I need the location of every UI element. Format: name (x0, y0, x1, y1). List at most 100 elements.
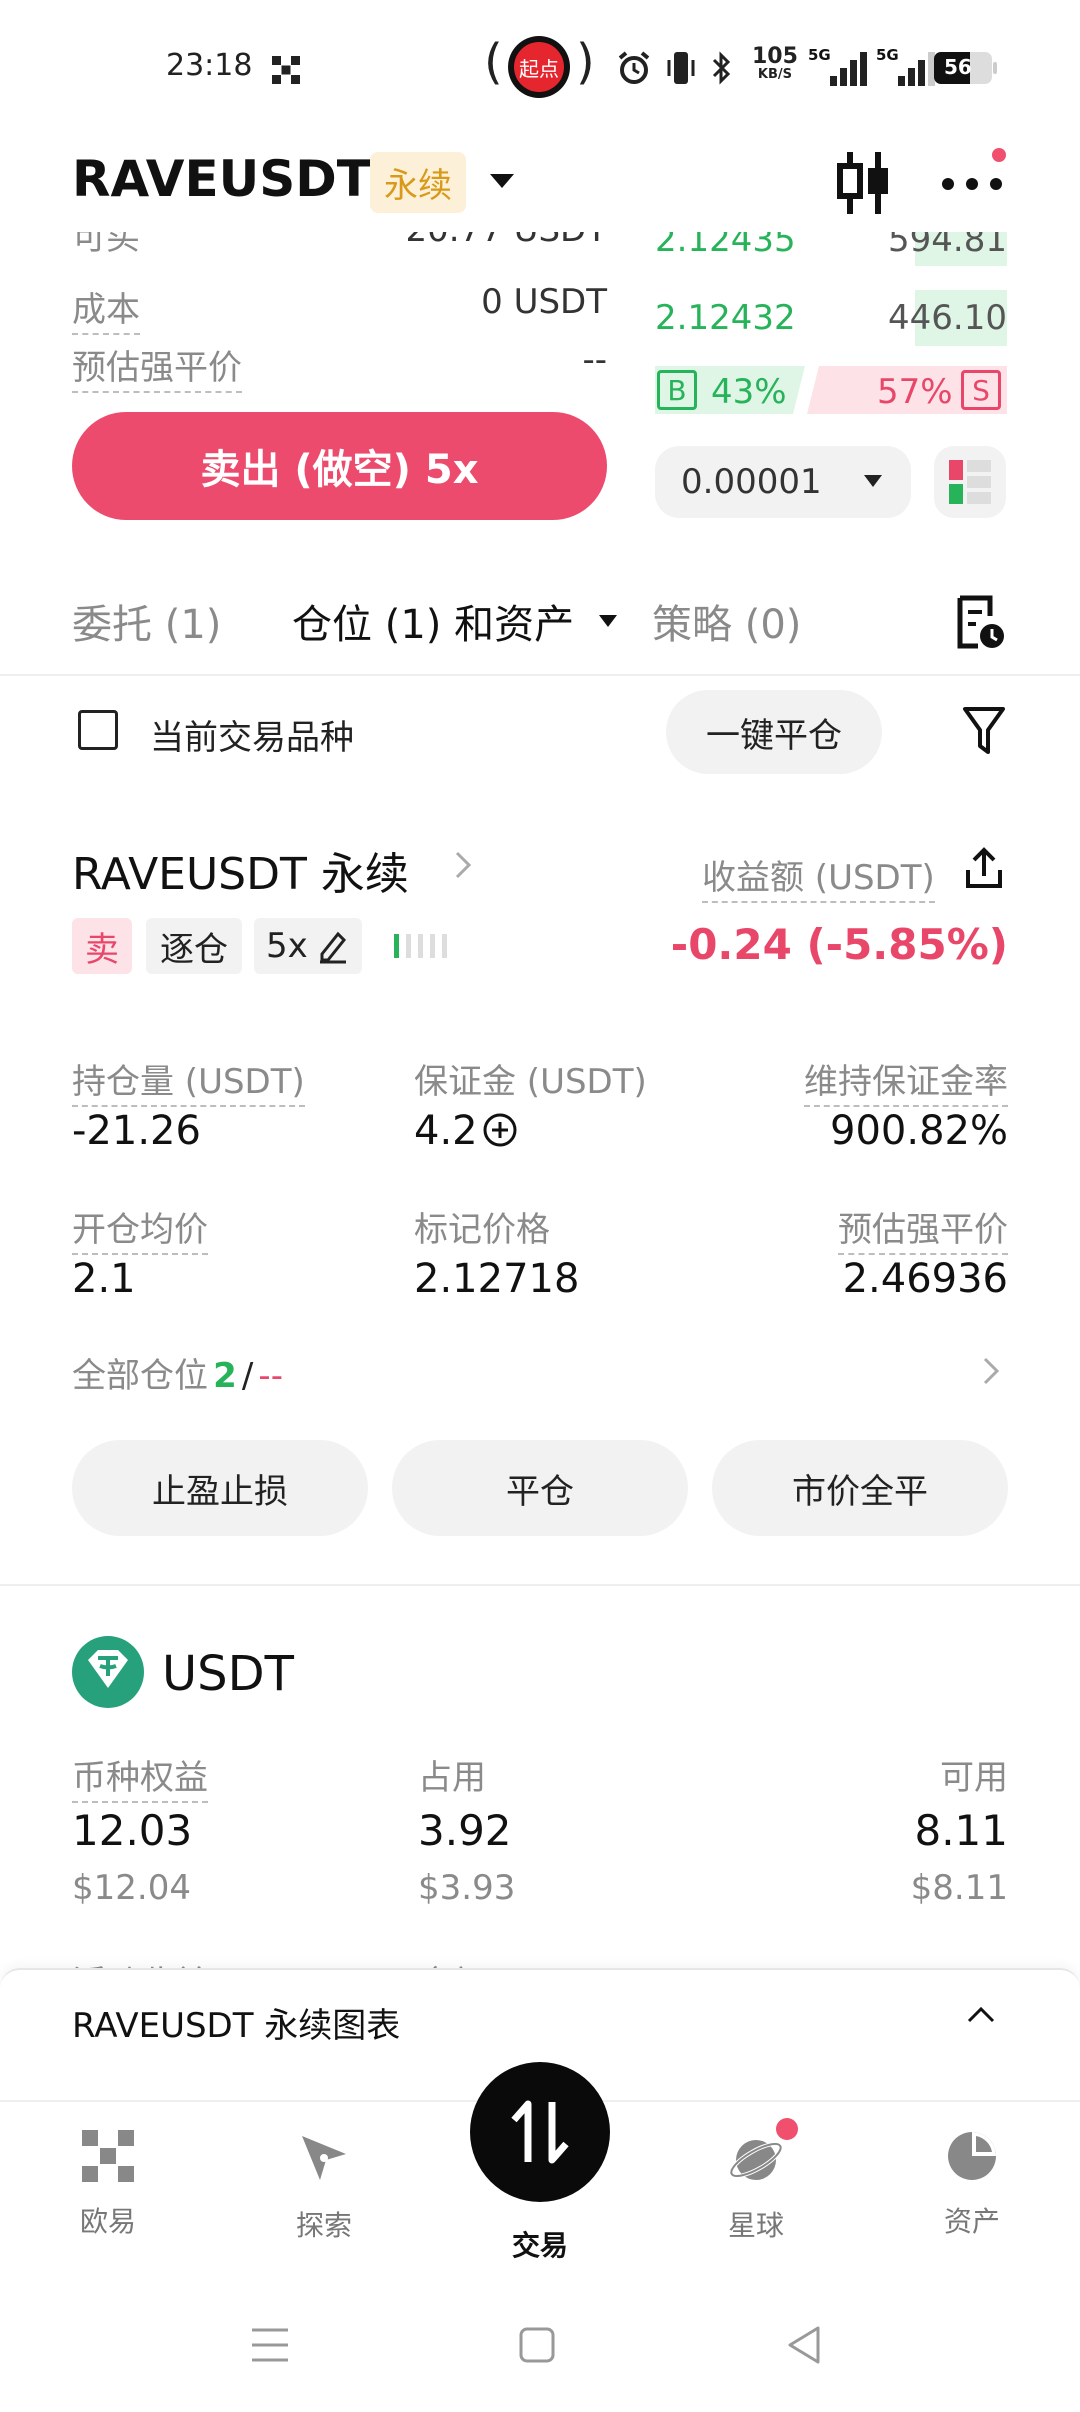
share-icon[interactable] (964, 846, 1004, 890)
chevron-right-icon[interactable] (454, 850, 472, 880)
equity-value: 12.03 (72, 1806, 193, 1855)
chevron-right-icon (983, 1357, 1000, 1385)
asset-coin: USDT (162, 1646, 294, 1702)
system-menu-icon[interactable] (250, 2326, 290, 2364)
paren-left: ( (484, 34, 503, 90)
planet-notification-dot (776, 2118, 798, 2140)
nav-planet[interactable]: 星球 (696, 2130, 816, 2244)
perpetual-badge: 永续 (370, 152, 466, 213)
sell-percent: 57% (877, 372, 953, 412)
sell-short-button[interactable]: 卖出 (做空) 5x (72, 412, 607, 520)
entry-price-value: 2.1 (72, 1256, 136, 1302)
nav-trade-label[interactable]: 交易 (480, 2224, 600, 2264)
symbol-title[interactable]: RAVEUSDT (72, 150, 371, 208)
available-value: 8.11 (914, 1806, 1008, 1855)
chevron-up-icon[interactable] (966, 2004, 996, 2024)
edit-icon (320, 931, 347, 964)
position-size-value: -21.26 (72, 1108, 201, 1154)
signal-2-icon: 5G (876, 46, 942, 88)
equity-usd: $12.04 (72, 1868, 191, 1908)
margin-mode-badge: 逐仓 (146, 918, 242, 974)
pnl-value: -0.24 (-5.85%) (670, 920, 1008, 969)
orderbook-layout-icon (949, 460, 991, 504)
chart-drawer-label: RAVEUSDT 永续图表 (72, 2006, 401, 2046)
tick-size-select[interactable]: 0.00001 (655, 446, 911, 518)
chevron-down-icon (864, 475, 882, 487)
close-position-button[interactable]: 平仓 (392, 1440, 688, 1536)
okx-logo-icon (82, 2130, 134, 2182)
more-icon[interactable] (940, 170, 1004, 196)
position-size-label[interactable]: 持仓量 (USDT) (72, 1054, 305, 1107)
available-usd: $8.11 (910, 1868, 1008, 1908)
orderbook-row[interactable]: 2.12432 446.10 (655, 290, 1007, 346)
orderbook-qty: 594.81 (888, 232, 1007, 260)
nav-explore[interactable]: 探索 (264, 2130, 384, 2244)
add-margin-icon[interactable] (482, 1112, 518, 1148)
buy-sell-ratio: B 43% 57% S (655, 366, 1007, 422)
nav-assets[interactable]: 资产 (912, 2130, 1032, 2240)
margin-label: 保证金 (USDT) (414, 1062, 647, 1102)
liq-price-row: 预估强平价 -- (72, 340, 607, 393)
trade-fab[interactable] (470, 2062, 610, 2202)
mmr-label[interactable]: 维持保证金率 (804, 1054, 1008, 1107)
adl-indicator (394, 934, 454, 958)
pnl-label[interactable]: 收益额 (USDT) (702, 850, 935, 903)
mark-price-value: 2.12718 (414, 1256, 580, 1302)
buy-percent: 43% (711, 372, 787, 412)
status-bar: 23:18 ( 起点 ) 105 KB/S 5G 5G 56 (0, 0, 1080, 130)
okx-status-icon (272, 56, 300, 84)
side-badge: 卖 (72, 918, 132, 974)
close-all-button[interactable]: 一键平仓 (666, 690, 882, 774)
section-divider (0, 1584, 1080, 1586)
bluetooth-icon (712, 51, 731, 85)
tab-positions[interactable]: 仓位 (1) 和资产 (292, 592, 574, 650)
cost-row: 成本 0 USDT (72, 282, 607, 335)
net-speed: 105 KB/S (752, 44, 798, 83)
available-label: 可用 (940, 1758, 1008, 1798)
orderbook-layout-button[interactable] (934, 446, 1006, 518)
current-symbol-label[interactable]: 当前交易品种 (150, 710, 354, 759)
buy-tag: B (657, 370, 697, 410)
liq-price-value: 2.46936 (842, 1256, 1008, 1302)
status-time: 23:18 (166, 48, 253, 83)
symbol-dropdown-icon[interactable] (488, 172, 516, 190)
orderbook-price: 2.12435 (655, 232, 796, 260)
usdt-coin-icon (72, 1636, 144, 1708)
leverage-badge[interactable]: 5x (254, 918, 362, 974)
live-badge: 起点 (508, 36, 570, 98)
equity-label[interactable]: 币种权益 (72, 1750, 208, 1803)
market-close-all-button[interactable]: 市价全平 (712, 1440, 1008, 1536)
used-value: 3.92 (418, 1806, 512, 1855)
candlestick-chart-icon[interactable] (834, 150, 894, 216)
nav-home[interactable]: 欧易 (48, 2130, 168, 2240)
system-home-icon[interactable] (518, 2326, 556, 2364)
vibrate-icon (667, 52, 695, 84)
battery-tip (993, 62, 997, 74)
tab-positions-dropdown-icon[interactable] (598, 614, 618, 628)
orderbook-row[interactable]: 2.12435 594.81 (655, 232, 1007, 266)
system-back-icon[interactable] (784, 2324, 822, 2366)
position-symbol[interactable]: RAVEUSDT 永续 (72, 838, 409, 902)
used-label: 占用 (418, 1758, 486, 1798)
available-row: 可买 20.77 USDT (72, 232, 607, 258)
margin-value: 4.2 (414, 1108, 478, 1154)
all-positions-row[interactable]: 全部仓位 2 / -- (72, 1348, 1008, 1398)
alarm-icon (618, 51, 650, 84)
battery-icon: 56 (934, 52, 992, 84)
filter-icon[interactable] (962, 706, 1006, 756)
orderbook-qty: 446.10 (888, 298, 1007, 338)
current-symbol-checkbox[interactable] (78, 710, 118, 750)
liq-price-label[interactable]: 预估强平价 (838, 1202, 1008, 1255)
tab-orders[interactable]: 委托 (1) (72, 592, 221, 650)
planet-icon (729, 2140, 783, 2180)
tab-strategy[interactable]: 策略 (0) (652, 592, 801, 650)
signal-1-icon: 5G (808, 46, 874, 88)
entry-price-label[interactable]: 开仓均价 (72, 1202, 208, 1255)
compass-icon (302, 2136, 346, 2180)
swap-arrows-icon (511, 2100, 569, 2164)
sell-tag: S (961, 370, 1001, 410)
tp-sl-button[interactable]: 止盈止损 (72, 1440, 368, 1536)
mark-price-label: 标记价格 (414, 1210, 550, 1250)
order-history-icon[interactable] (954, 594, 1006, 650)
pie-chart-icon (948, 2132, 996, 2180)
